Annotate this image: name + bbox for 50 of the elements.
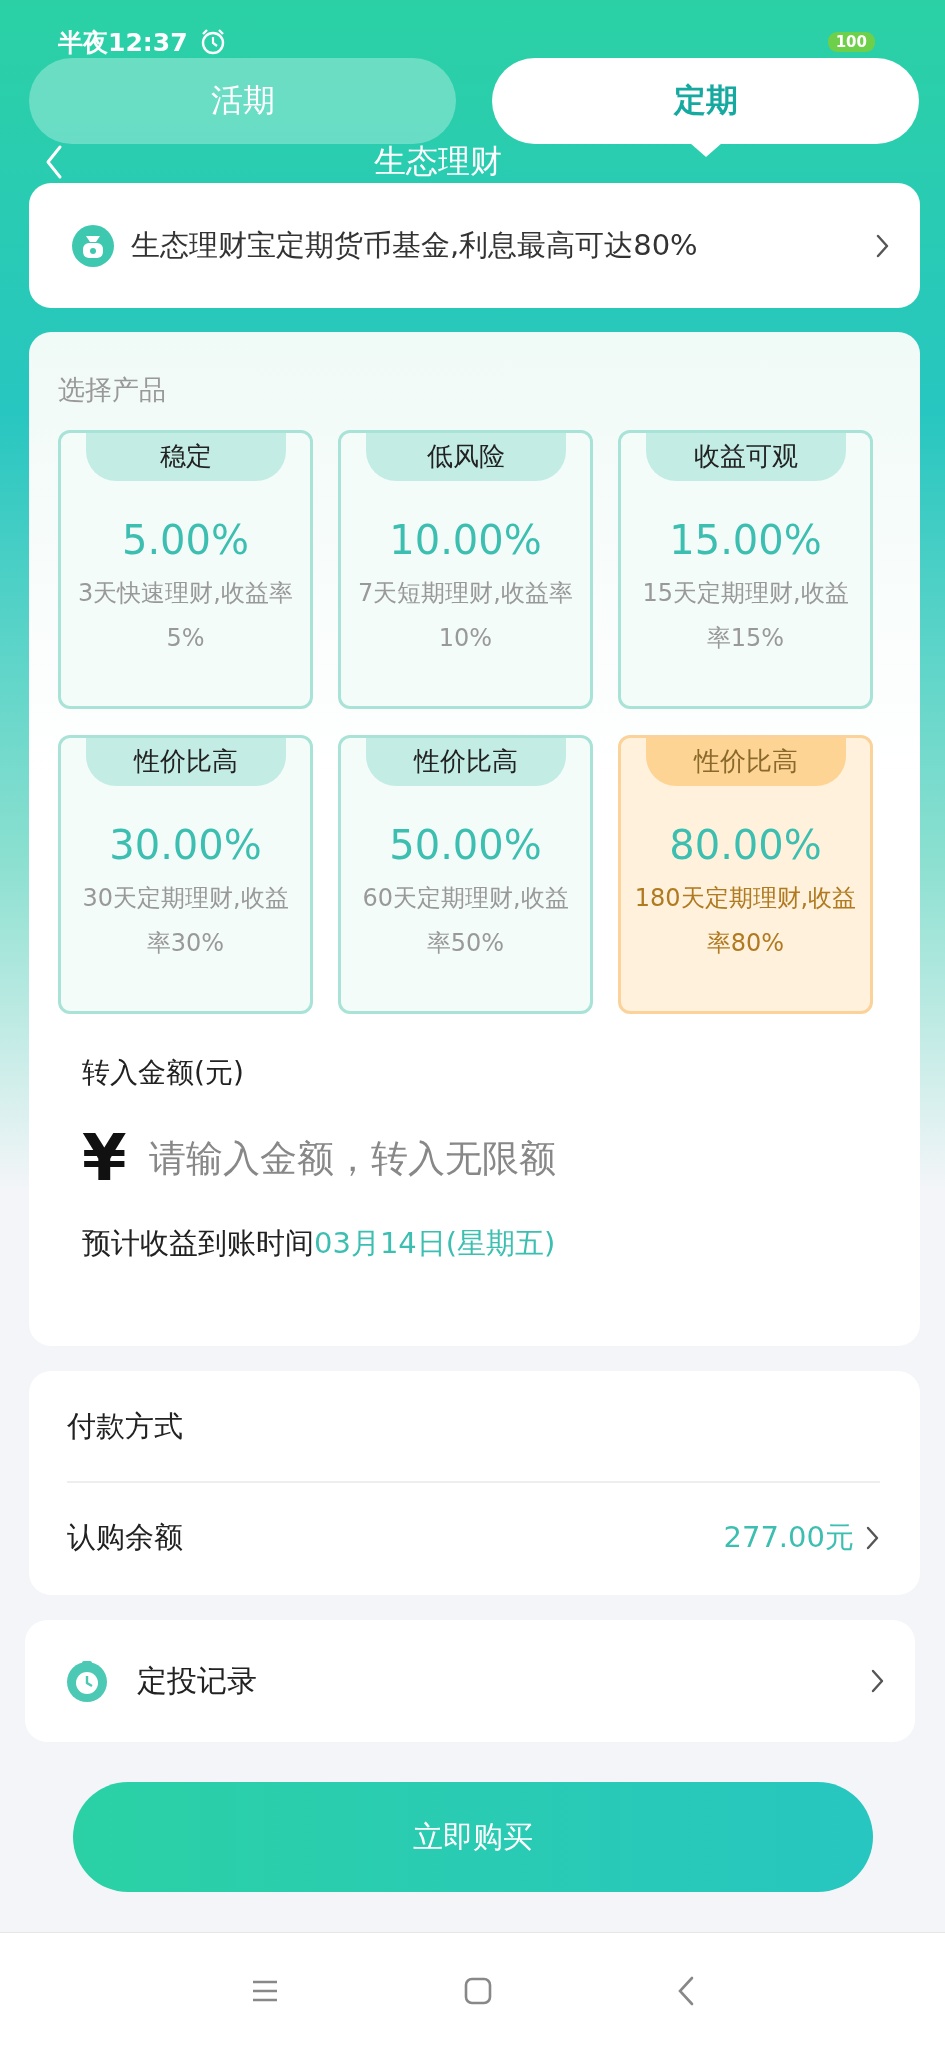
chevron-right-icon xyxy=(874,232,890,259)
product-tag: 收益可观 xyxy=(645,433,846,481)
product-tag: 性价比高 xyxy=(85,738,286,786)
status-time: 半夜12:37 xyxy=(58,26,188,59)
amount-label: 转入金额(元) xyxy=(82,1055,245,1091)
balance-row[interactable]: 认购余额 277.00元 xyxy=(67,1483,880,1593)
product-tag: 低风险 xyxy=(365,433,566,481)
product-description: 60天定期理财,收益率50% xyxy=(361,883,570,959)
product-tag: 性价比高 xyxy=(645,738,846,786)
home-icon xyxy=(463,1976,492,2005)
banner-text: 生态理财宝定期货币基金,利息最高可达80% xyxy=(131,226,699,264)
back-icon xyxy=(676,1975,695,2006)
tab-pointer-icon xyxy=(689,143,722,157)
product-option[interactable]: 低风险 10.00% 7天短期理财,收益率10% xyxy=(338,430,593,709)
product-tag: 性价比高 xyxy=(365,738,566,786)
amount-field[interactable]: 请输入金额，转入无限额 xyxy=(148,1136,867,1180)
back-icon xyxy=(44,144,64,180)
product-description: 30天定期理财,收益率30% xyxy=(81,883,290,959)
chevron-right-icon xyxy=(864,1525,880,1551)
product-rate: 10.00% xyxy=(389,517,542,563)
chevron-right-icon xyxy=(869,1668,885,1694)
stopwatch-icon xyxy=(65,1659,109,1703)
product-rate: 30.00% xyxy=(109,822,262,868)
product-rate: 50.00% xyxy=(389,822,542,868)
page-title: 生态理财 xyxy=(374,141,502,182)
section-label: 选择产品 xyxy=(58,373,167,407)
money-bag-icon xyxy=(71,223,115,268)
product-description: 7天短期理财,收益率10% xyxy=(357,578,574,654)
product-option[interactable]: 稳定 5.00% 3天快速理财,收益率5% xyxy=(58,430,313,709)
product-rate: 15.00% xyxy=(669,517,822,563)
currency-symbol: ¥ xyxy=(82,1126,127,1190)
product-description: 3天快速理财,收益率5% xyxy=(77,578,294,654)
product-description: 15天定期理财,收益率15% xyxy=(641,578,850,654)
balance-amount: 277.00元 xyxy=(723,1519,854,1556)
product-description: 180天定期理财,收益率80% xyxy=(633,883,858,959)
product-rate: 80.00% xyxy=(669,822,822,868)
balance-label: 认购余额 xyxy=(67,1519,183,1556)
record-row[interactable]: 定投记录 xyxy=(25,1620,915,1742)
product-tag: 稳定 xyxy=(85,433,286,481)
product-option[interactable]: 收益可观 15.00% 15天定期理财,收益率15% xyxy=(618,430,873,709)
record-label: 定投记录 xyxy=(137,1661,257,1700)
product-option[interactable]: 性价比高 50.00% 60天定期理财,收益率50% xyxy=(338,735,593,1014)
battery-level: 100 xyxy=(827,32,875,52)
product-option[interactable]: 性价比高 30.00% 30天定期理财,收益率30% xyxy=(58,735,313,1014)
arrival-time: 预计收益到账时间03月14日(星期五) xyxy=(82,1225,557,1262)
payment-label: 付款方式 xyxy=(67,1371,880,1483)
product-rate: 5.00% xyxy=(121,517,250,563)
banner-card[interactable]: 生态理财宝定期货币基金,利息最高可达80% xyxy=(29,183,920,308)
menu-icon xyxy=(250,1978,279,2003)
product-option[interactable]: 性价比高 80.00% 180天定期理财,收益率80% xyxy=(618,735,873,1014)
